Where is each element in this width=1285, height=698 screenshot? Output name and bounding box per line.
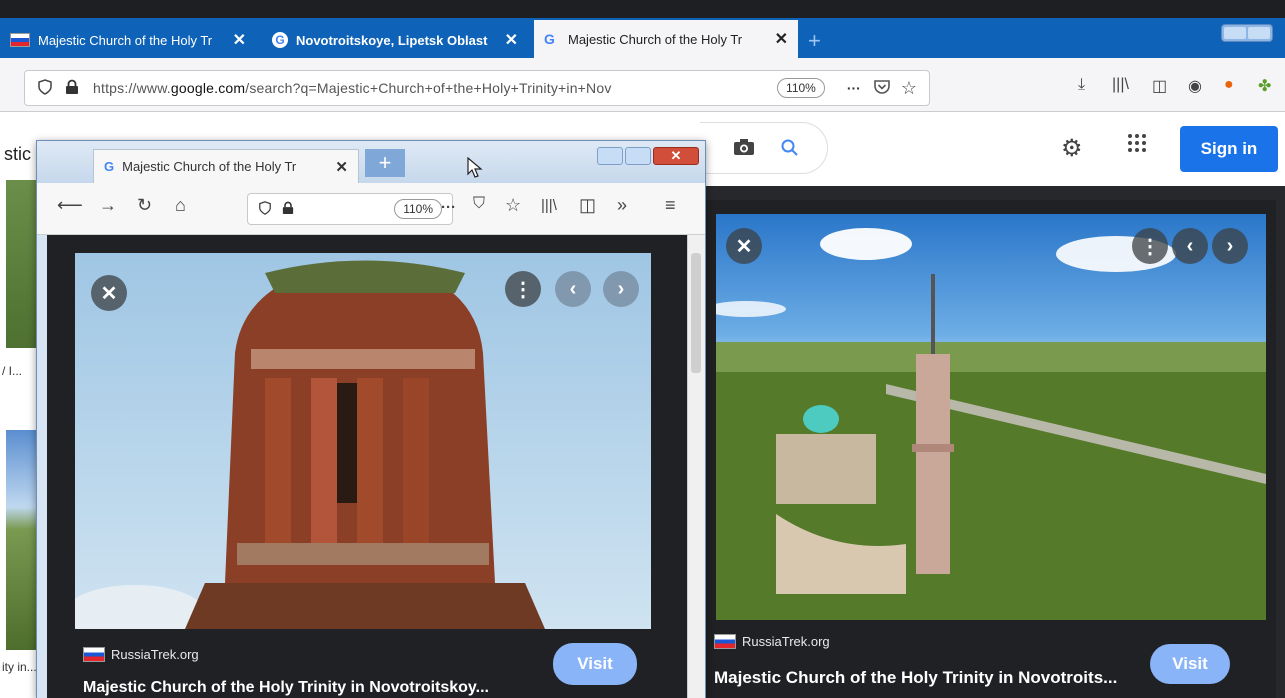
russia-flag-icon (714, 634, 736, 649)
address-bar[interactable]: https://www.google.com/search?q=Majestic… (24, 70, 930, 106)
navigation-bar: https://www.google.com/search?q=Majestic… (0, 58, 1285, 112)
tab-1[interactable]: Majestic Church of the Holy Tr ✕ (0, 22, 256, 58)
account-icon[interactable]: ◉ (1188, 76, 1202, 96)
bell-tower-photo[interactable]: ✕ ⋮ ‹ › (75, 253, 651, 629)
tab-2-label: Novotroitskoye, Lipetsk Oblast (296, 32, 488, 48)
zoom-badge[interactable]: 110% (777, 78, 825, 98)
secondary-browser-window: G Majestic Church of the Holy Tr ✕ + ✕ ⟵… (36, 140, 706, 698)
download-icon[interactable]: ⤓ (1078, 76, 1085, 94)
image-title[interactable]: Majestic Church of the Holy Trinity in N… (714, 668, 1117, 688)
window-content: ✕ ⋮ ‹ › RussiaTrek.org Majestic Church o… (47, 235, 687, 698)
shield-icon (258, 200, 272, 218)
lock-icon (282, 201, 294, 218)
next-image-icon[interactable]: › (1212, 228, 1248, 264)
result-snippet: ity in... (2, 660, 37, 674)
extension-orange-icon[interactable]: ● (1224, 76, 1234, 94)
sidebar-icon[interactable]: ◫ (1152, 76, 1167, 96)
next-image-icon[interactable]: › (603, 271, 639, 307)
image-preview-panel: ✕ ⋮ ‹ › RussiaTrek.org Majestic Church o… (706, 200, 1276, 698)
tab-bar: Majestic Church of the Holy Tr ✕ G Novot… (0, 18, 1285, 58)
scrollbar[interactable] (687, 235, 705, 698)
pocket-icon[interactable]: ⛉ (473, 195, 485, 213)
source-name: RussiaTrek.org (742, 634, 830, 649)
url-prefix: https://www. (93, 80, 171, 96)
url-host: google.com (170, 80, 246, 96)
new-tab-icon[interactable]: + (808, 28, 821, 54)
close-window-button[interactable]: ✕ (653, 147, 699, 165)
back-arrow-icon[interactable]: ⟵ (57, 195, 83, 216)
window-tab-bar: G Majestic Church of the Holy Tr ✕ + ✕ (37, 141, 705, 183)
result-snippet: / I... (2, 364, 23, 378)
mouse-cursor-icon (467, 156, 483, 184)
screen: Majestic Church of the Holy Tr ✕ G Novot… (0, 0, 1285, 698)
previous-image-icon[interactable]: ‹ (1172, 228, 1208, 264)
tab-3-label: Majestic Church of the Holy Tr (568, 31, 743, 47)
overflow-chevron-icon[interactable]: » (617, 195, 627, 216)
tab-1-label: Majestic Church of the Holy Tr (38, 32, 213, 48)
apps-grid-icon[interactable] (1126, 132, 1148, 159)
thumbnail[interactable] (6, 430, 40, 650)
lock-icon (65, 79, 79, 98)
menu-icon[interactable]: ≡ (665, 195, 676, 216)
window-controls[interactable]: ✕ (597, 147, 699, 165)
shield-icon (37, 78, 53, 98)
google-icon: G (272, 32, 288, 48)
close-icon[interactable]: ✕ (767, 29, 788, 49)
left-results-strip: stic / I... ity in... (0, 140, 40, 698)
close-icon[interactable]: ✕ (726, 228, 762, 264)
sign-in-button[interactable]: Sign in (1180, 126, 1278, 172)
church-aerial-photo[interactable]: ✕ ⋮ ‹ › (716, 214, 1266, 620)
url-text: https://www.google.com/search?q=Majestic… (93, 80, 612, 96)
close-icon[interactable]: ✕ (497, 30, 518, 50)
tab-2[interactable]: G Novotroitskoye, Lipetsk Oblast ✕ (262, 22, 528, 58)
close-icon[interactable]: ✕ (335, 158, 348, 176)
page-actions-icon[interactable]: ··· (847, 80, 861, 96)
maximize-button[interactable] (625, 147, 651, 165)
window-controls[interactable] (1221, 24, 1273, 42)
window-navigation-bar: ⟵ → ↻ ⌂ 110% ··· ⛉ ☆ |||\ ◫ » ≡ (37, 183, 705, 235)
google-icon: G (544, 31, 555, 47)
window-tab-label: Majestic Church of the Holy Tr (122, 159, 297, 174)
more-options-icon[interactable]: ⋮ (1132, 228, 1168, 264)
url-path: /search?q=Majestic+Church+of+the+Holy+Tr… (245, 80, 612, 96)
minimize-button[interactable] (597, 147, 623, 165)
russia-flag-icon (10, 33, 30, 47)
search-icon[interactable] (780, 138, 800, 163)
reload-icon[interactable]: ↻ (137, 195, 152, 216)
window-tab[interactable]: G Majestic Church of the Holy Tr ✕ (93, 149, 359, 183)
russia-flag-icon (83, 647, 105, 662)
zoom-badge[interactable]: 110% (394, 199, 442, 219)
pocket-icon[interactable] (873, 79, 891, 98)
close-icon[interactable]: ✕ (225, 30, 246, 50)
previous-image-icon[interactable]: ‹ (555, 271, 591, 307)
google-icon: G (104, 159, 115, 174)
image-title[interactable]: Majestic Church of the Holy Trinity in N… (83, 679, 489, 697)
extension-green-icon[interactable]: ✤ (1258, 76, 1271, 96)
visit-button[interactable]: Visit (1150, 644, 1230, 684)
new-tab-icon[interactable]: + (365, 149, 405, 177)
close-icon[interactable]: ✕ (91, 275, 127, 311)
window-address-bar[interactable]: 110% (247, 193, 453, 225)
forward-arrow-icon[interactable]: → (99, 195, 117, 216)
bookmark-star-icon[interactable]: ☆ (505, 195, 521, 216)
tab-3-active[interactable]: G Majestic Church of the Holy Tr ✕ (534, 20, 798, 58)
home-icon[interactable]: ⌂ (175, 195, 186, 216)
left-text-fragment: stic (4, 144, 31, 164)
camera-search-icon[interactable] (733, 138, 755, 161)
settings-gear-icon[interactable]: ⚙ (1061, 134, 1083, 163)
scrollbar-thumb[interactable] (691, 253, 701, 373)
source-site[interactable]: RussiaTrek.org (714, 634, 830, 649)
bookmark-star-icon[interactable]: ☆ (901, 78, 917, 99)
page-actions-icon[interactable]: ··· (441, 199, 456, 216)
library-icon[interactable]: |||\ (541, 197, 557, 214)
visit-button[interactable]: Visit (553, 643, 637, 685)
more-options-icon[interactable]: ⋮ (505, 271, 541, 307)
source-name: RussiaTrek.org (111, 647, 199, 662)
source-site[interactable]: RussiaTrek.org (83, 647, 199, 662)
library-icon[interactable]: |||\ (1112, 76, 1129, 94)
sidebar-icon[interactable]: ◫ (579, 195, 596, 216)
thumbnail[interactable] (6, 180, 40, 348)
search-box-edge[interactable] (700, 122, 828, 174)
